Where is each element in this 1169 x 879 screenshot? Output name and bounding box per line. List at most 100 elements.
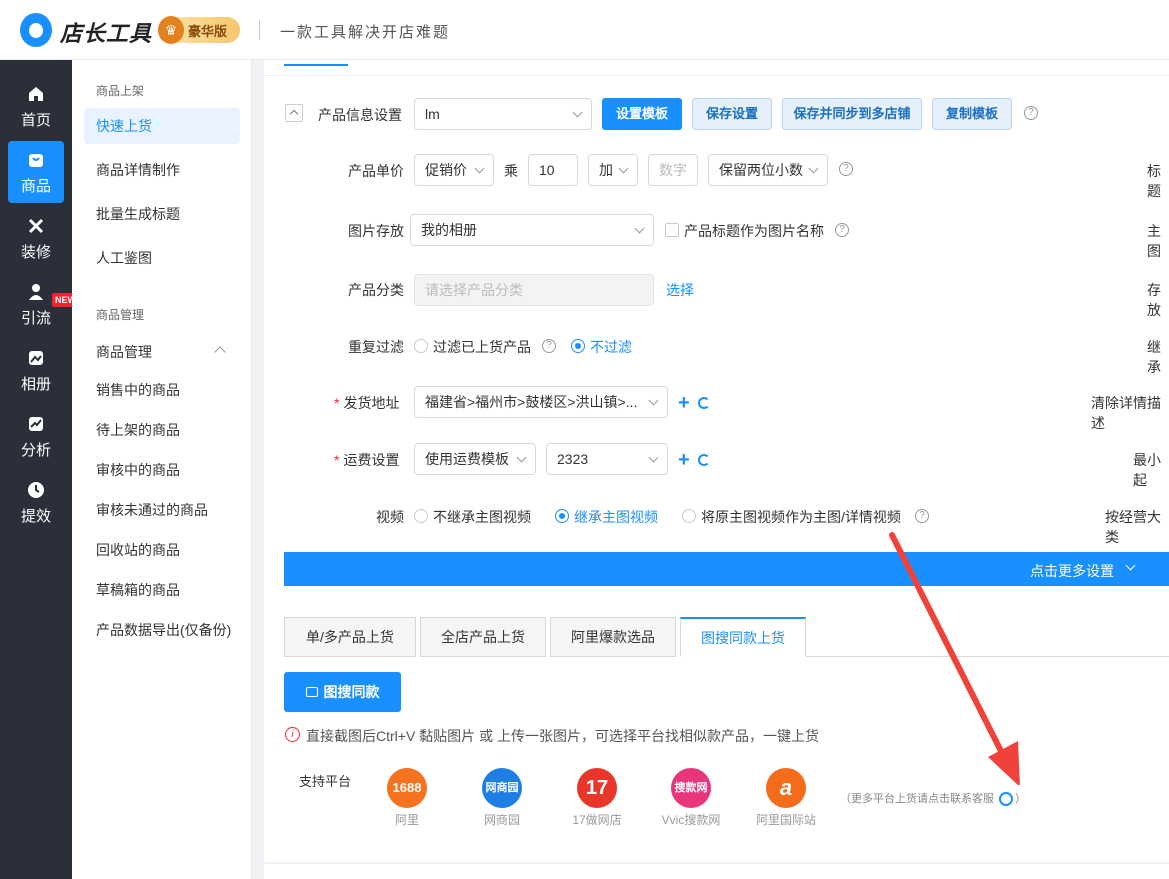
platform-17zwd[interactable]: 17 17做网店: [557, 768, 637, 828]
home-icon: [29, 87, 43, 101]
subnav-collapsible-label: 商品管理: [96, 344, 152, 360]
sidebar-item-home[interactable]: 首页: [8, 75, 64, 137]
help-icon[interactable]: ?: [542, 339, 556, 353]
help-icon[interactable]: ?: [839, 162, 853, 176]
multiplier-input[interactable]: 10: [528, 154, 578, 186]
chevron-down-icon: [1125, 560, 1136, 571]
filter-uploaded-radio[interactable]: [414, 339, 428, 353]
add-icon[interactable]: +: [678, 393, 690, 413]
subnav-item-goods-manage[interactable]: 商品管理: [84, 334, 240, 370]
chart-icon: [29, 417, 43, 431]
vip-badge: ♛ 豪华版: [158, 16, 240, 44]
help-icon[interactable]: ?: [915, 509, 929, 523]
subnav-item-export[interactable]: 产品数据导出(仅备份): [84, 612, 240, 648]
sidebar-item-analysis[interactable]: 分析: [8, 405, 64, 467]
next-panel: [264, 864, 1169, 879]
freight-mode-select[interactable]: 使用运费模板: [414, 443, 536, 475]
customer-service-icon[interactable]: [999, 792, 1014, 807]
right-label-min: 最小起: [1133, 452, 1161, 488]
subnav-item-pending[interactable]: 待上架的商品: [84, 412, 240, 448]
title-as-image-name-label: 产品标题作为图片名称: [684, 223, 824, 239]
select-category-link[interactable]: 选择: [666, 280, 694, 300]
video-as-main-radio[interactable]: [682, 509, 696, 523]
multiply-label: 乘: [504, 163, 518, 179]
sidebar-label: 提效: [20, 508, 51, 525]
subnav-item-image-review[interactable]: 人工鉴图: [84, 240, 240, 276]
tab-single-multi[interactable]: 单/多产品上货: [284, 617, 416, 657]
tab-whole-store[interactable]: 全店产品上货: [420, 617, 546, 657]
price-op-value: 加: [599, 162, 613, 178]
subnav-item-detail-make[interactable]: 商品详情制作: [84, 152, 240, 188]
tab-image-search[interactable]: 图搜同款上货: [680, 617, 806, 657]
product-info-select[interactable]: lm: [414, 98, 592, 130]
subnav-item-quick-upload[interactable]: 快速上货: [84, 108, 240, 144]
platform-vvic[interactable]: 搜款网 Vvic搜款网: [651, 768, 731, 828]
price-op-select[interactable]: 加: [588, 154, 638, 186]
save-sync-button[interactable]: 保存并同步到多店铺: [782, 98, 922, 130]
product-info-label: 产品信息设置: [318, 107, 402, 123]
price-base-value: 促销价: [425, 162, 467, 178]
1688-logo-icon: 1688: [387, 768, 427, 808]
add-icon[interactable]: +: [678, 450, 690, 470]
freight-template-select[interactable]: 2323: [546, 443, 668, 475]
price-label: 产品单价: [348, 163, 404, 179]
rounding-value: 保留两位小数: [719, 162, 803, 178]
help-icon[interactable]: ?: [835, 223, 849, 237]
rounding-select[interactable]: 保留两位小数: [708, 154, 828, 186]
subnav-item-on-sale[interactable]: 销售中的商品: [84, 372, 240, 408]
ship-addr-select[interactable]: 福建省>福州市>鼓楼区>洪山镇>...: [414, 386, 668, 418]
platform-wsy[interactable]: 网商园 网商园: [462, 768, 542, 828]
dup-filter-label: 重复过滤: [348, 339, 404, 355]
more-settings-bar[interactable]: 点击更多设置: [284, 552, 1169, 586]
camera-icon: [305, 687, 318, 698]
sidebar-item-goods[interactable]: 商品: [8, 141, 64, 203]
no-filter-label: 不过滤: [590, 339, 632, 355]
platforms-label: 支持平台: [299, 774, 352, 789]
sidebar-item-decorate[interactable]: 装修: [8, 207, 64, 269]
sidebar-item-efficiency[interactable]: 提效: [8, 471, 64, 533]
save-settings-button[interactable]: 保存设置: [692, 98, 772, 130]
tab-ali-hot[interactable]: 阿里爆款选品: [550, 617, 676, 657]
image-search-button[interactable]: 图搜同款: [284, 672, 401, 712]
video-no-inherit-radio[interactable]: [414, 509, 428, 523]
sub-navigation: 商品上架 快速上货 商品详情制作 批量生成标题 人工鉴图 商品管理 商品管理 销…: [72, 60, 252, 879]
annotation-arrow: [889, 532, 1020, 785]
sidebar-label: 分析: [20, 442, 51, 459]
refresh-icon[interactable]: [698, 397, 710, 409]
image-storage-select[interactable]: 我的相册: [410, 214, 654, 246]
platform-alibaba[interactable]: a 阿里国际站: [746, 768, 826, 828]
right-label-inherit: 继承: [1147, 339, 1161, 375]
help-icon[interactable]: ?: [1024, 106, 1038, 120]
subnav-item-reviewing[interactable]: 审核中的商品: [84, 452, 240, 488]
main-sidebar: 首页 商品 装修 引流 相册 分析 提效: [0, 60, 72, 879]
no-filter-radio[interactable]: [571, 339, 585, 353]
brush-icon: [28, 218, 44, 234]
subnav-item-recycle[interactable]: 回收站的商品: [84, 532, 240, 568]
ship-addr-label: 发货地址: [334, 393, 399, 413]
set-template-button[interactable]: 设置模板: [602, 98, 682, 130]
video-label: 视频: [376, 509, 404, 525]
number-input[interactable]: 数字: [648, 154, 698, 186]
image-storage-value: 我的相册: [421, 222, 477, 238]
subnav-item-drafts[interactable]: 草稿箱的商品: [84, 572, 240, 608]
sidebar-item-album[interactable]: 相册: [8, 339, 64, 401]
ship-addr-value: 福建省>福州市>鼓楼区>洪山镇>...: [425, 394, 638, 410]
price-base-select[interactable]: 促销价: [414, 154, 494, 186]
chevron-up-icon: [214, 346, 226, 358]
more-platforms-text: （更多平台上货请点击联系客服: [840, 793, 994, 805]
category-input[interactable]: 请选择产品分类: [414, 274, 654, 306]
refresh-icon[interactable]: [698, 454, 710, 466]
chevron-down-icon: [618, 163, 629, 174]
video-inherit-radio[interactable]: [555, 509, 569, 523]
freight-template-value: 2323: [557, 451, 589, 467]
subnav-item-rejected[interactable]: 审核未通过的商品: [84, 492, 240, 528]
top-header: 店长工具 ♛ 豪华版 一款工具解决开店难题: [0, 0, 1169, 60]
collapse-toggle[interactable]: [285, 104, 303, 122]
image-icon: [29, 351, 43, 365]
subnav-item-batch-title[interactable]: 批量生成标题: [84, 196, 240, 232]
copy-template-button[interactable]: 复制模板: [932, 98, 1012, 130]
video-no-inherit-label: 不继承主图视频: [433, 509, 531, 525]
title-as-image-name-checkbox[interactable]: [665, 223, 679, 237]
more-platforms-note: （更多平台上货请点击联系客服 ）: [840, 790, 1026, 807]
platform-1688[interactable]: 1688 阿里: [367, 768, 447, 828]
